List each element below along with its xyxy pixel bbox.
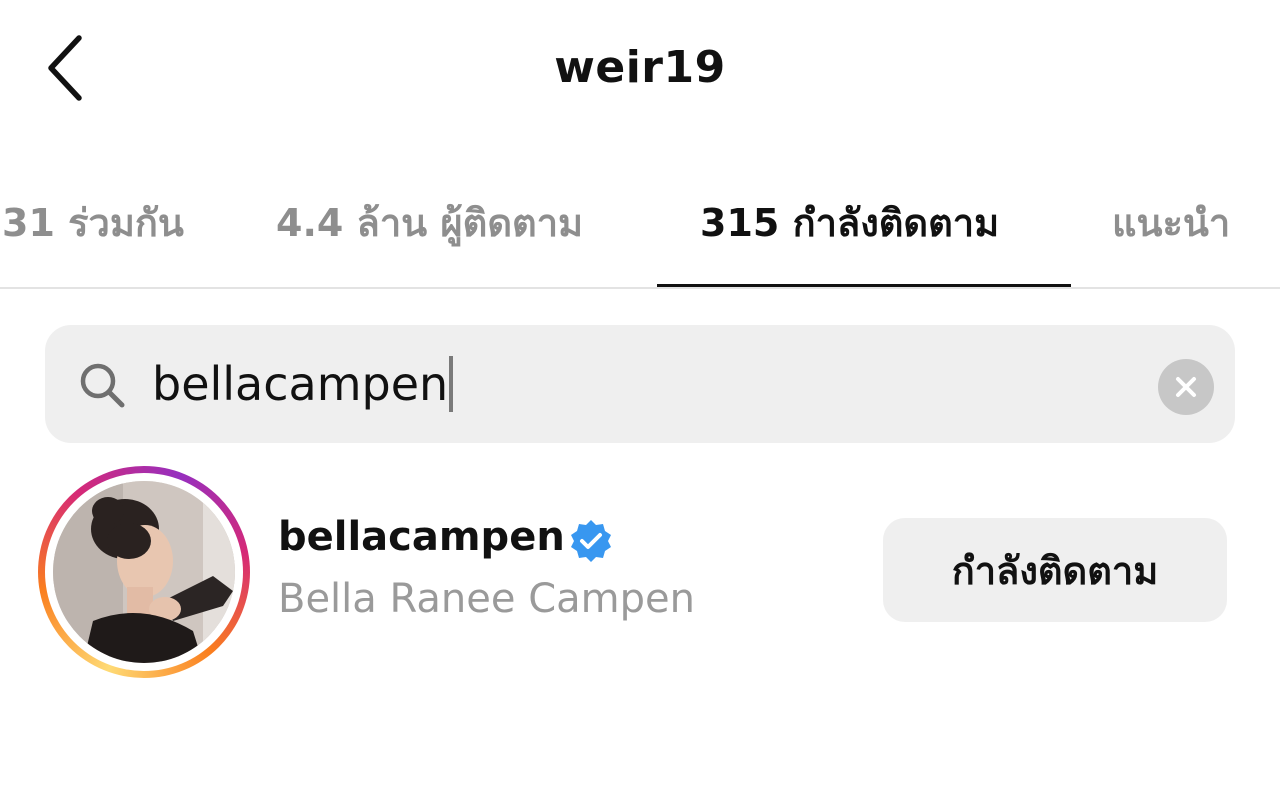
list-item[interactable]: bellacampen Bella Ranee Campen กำลังติดต… — [0, 462, 1280, 678]
tab-label: กำลังติดตาม — [792, 201, 1000, 245]
result-username[interactable]: bellacampen — [278, 514, 565, 560]
search-input-value: bellacampen — [152, 357, 449, 411]
avatar — [53, 481, 235, 663]
tab-divider — [0, 287, 1280, 289]
tab-followers[interactable]: 4.4 ล้าน ผู้ติดตาม — [276, 192, 583, 253]
tab-suggested[interactable]: แนะนำ — [1112, 192, 1230, 253]
tab-label: แนะนำ — [1112, 201, 1231, 245]
profile-photo — [53, 481, 235, 663]
close-icon — [1176, 377, 1196, 397]
tab-count: 4.4 ล้าน — [276, 201, 428, 245]
clear-search-button[interactable] — [1158, 359, 1214, 415]
tab-following[interactable]: 315 กำลังติดตาม — [700, 192, 999, 253]
text-caret — [449, 355, 454, 412]
search-input[interactable]: bellacampen — [152, 352, 1052, 416]
following-list-screen: weir19 31 ร่วมกัน 4.4 ล้าน ผู้ติดตาม 315… — [0, 0, 1280, 794]
search-icon — [80, 363, 125, 408]
page-title: weir19 — [554, 42, 726, 93]
tab-bar: 31 ร่วมกัน 4.4 ล้าน ผู้ติดตาม 315 กำลังต… — [0, 180, 1280, 290]
active-tab-indicator — [657, 284, 1071, 287]
tab-count: 315 — [700, 201, 780, 245]
tab-label: ร่วมกัน — [68, 201, 184, 245]
following-button[interactable]: กำลังติดตาม — [883, 518, 1227, 622]
verified-badge-icon — [571, 520, 611, 562]
result-full-name: Bella Ranee Campen — [278, 576, 695, 622]
tab-label: ผู้ติดตาม — [440, 201, 584, 245]
tab-count: 31 — [2, 201, 55, 245]
story-ring[interactable] — [38, 466, 250, 678]
tab-mutual[interactable]: 31 ร่วมกัน — [2, 192, 184, 253]
